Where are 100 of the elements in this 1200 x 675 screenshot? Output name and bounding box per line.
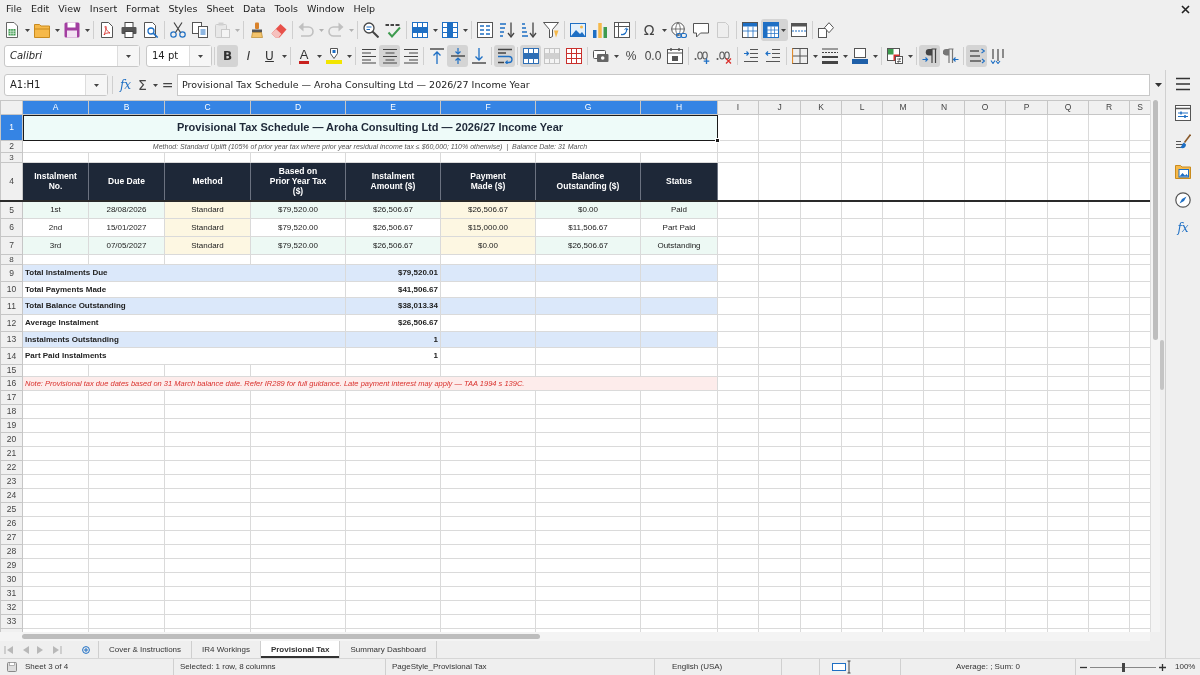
menu-item[interactable]: Format: [126, 1, 160, 17]
scrollbar-thumb[interactable]: [22, 634, 540, 639]
frame-icon[interactable]: [852, 48, 868, 64]
sort-descending-icon[interactable]: [521, 22, 537, 38]
globe-link-icon[interactable]: [671, 22, 687, 38]
column-header[interactable]: I: [717, 100, 759, 115]
sheet-tab[interactable]: Provisional Tax: [260, 641, 341, 658]
menu-item[interactable]: Sheet: [206, 1, 234, 17]
sliders-icon[interactable]: [1175, 105, 1191, 121]
column-header[interactable]: O: [964, 100, 1006, 115]
brush-icon[interactable]: [1175, 134, 1191, 150]
column-header[interactable]: P: [1005, 100, 1048, 115]
row-header[interactable]: 8: [0, 254, 23, 265]
italic-button[interactable]: I: [238, 45, 259, 67]
caret-icon[interactable]: [316, 54, 322, 58]
number-format-button[interactable]: 0.0: [644, 48, 662, 64]
formula-input[interactable]: Provisional Tax Schedule — Aroha Consulting Ltd — 2026/27 Income Year: [177, 74, 1150, 96]
row-header[interactable]: 4: [0, 162, 23, 201]
delete-decimal-icon[interactable]: [716, 48, 732, 64]
close-icon[interactable]: [1181, 5, 1190, 15]
paintbrush-icon[interactable]: [249, 22, 265, 38]
caret-icon[interactable]: [346, 54, 352, 58]
eraser-icon[interactable]: [271, 22, 287, 38]
caret-icon[interactable]: [872, 54, 878, 58]
calendar-icon[interactable]: [667, 48, 683, 64]
underline-button[interactable]: U: [259, 45, 280, 67]
copy-icon[interactable]: [192, 22, 208, 38]
print-preview-icon[interactable]: [143, 22, 159, 38]
add-decimal-icon[interactable]: [694, 48, 710, 64]
sheet-tab[interactable]: Cover & Instructions: [99, 641, 193, 658]
vertical-scrollbar[interactable]: [1150, 100, 1160, 632]
language[interactable]: English (USA): [654, 659, 781, 675]
rectangle-cursor-icon[interactable]: [832, 660, 851, 674]
caret-icon[interactable]: [812, 54, 818, 58]
table-row-icon[interactable]: [412, 22, 428, 38]
caret-icon[interactable]: [842, 54, 848, 58]
menu-item[interactable]: Data: [242, 1, 266, 17]
scrollbar-thumb[interactable]: [1153, 100, 1158, 340]
sum-button[interactable]: Σ: [138, 77, 147, 93]
table-column-icon[interactable]: [442, 22, 458, 38]
page-style[interactable]: PageStyle_Provisional Tax: [385, 659, 654, 675]
caret-icon[interactable]: [24, 28, 30, 32]
functions-button[interactable]: fx: [1177, 221, 1189, 235]
caret-icon[interactable]: [613, 54, 619, 58]
grid-icon[interactable]: [566, 48, 582, 64]
font-size-field[interactable]: 14 pt: [146, 45, 212, 67]
caret-icon[interactable]: [54, 28, 60, 32]
borders-icon[interactable]: [792, 48, 808, 64]
save-icon[interactable]: [64, 22, 80, 38]
caret-icon[interactable]: [84, 28, 90, 32]
font-name-field[interactable]: Calibri: [4, 45, 140, 67]
printer-icon[interactable]: [121, 22, 137, 38]
function-wizard-button[interactable]: fx: [119, 78, 132, 92]
column-header[interactable]: B: [88, 100, 165, 115]
align-center-button[interactable]: [379, 45, 400, 67]
wrap-text-button[interactable]: [494, 45, 515, 67]
expand-icon[interactable]: [1154, 83, 1162, 87]
menu-item[interactable]: Help: [353, 1, 376, 17]
menu-item[interactable]: Window: [306, 1, 345, 17]
spellcheck-icon[interactable]: [385, 22, 401, 38]
caret-icon[interactable]: [661, 28, 667, 32]
chart-icon[interactable]: [592, 22, 608, 38]
font-color-button[interactable]: A: [298, 48, 310, 64]
picture-folder-icon[interactable]: [1175, 163, 1191, 179]
image-icon[interactable]: [570, 22, 586, 38]
sheet-tab[interactable]: IR4 Workings: [192, 641, 261, 658]
filter-icon[interactable]: [543, 22, 559, 38]
cell-grid-icon[interactable]: [887, 48, 903, 64]
zoom-in-icon[interactable]: [1159, 663, 1166, 671]
menu-item[interactable]: File: [6, 1, 22, 17]
column-header[interactable]: L: [841, 100, 883, 115]
bold-button[interactable]: B: [217, 45, 238, 67]
pdf-document-icon[interactable]: [99, 22, 115, 38]
column-header[interactable]: F: [440, 100, 536, 115]
sort-icon[interactable]: [477, 22, 493, 38]
row-header[interactable]: 1: [0, 114, 23, 141]
caret-icon[interactable]: [907, 54, 913, 58]
row-header[interactable]: 3: [0, 152, 23, 163]
table-header-icon[interactable]: [742, 22, 758, 38]
shapes-icon[interactable]: [818, 22, 834, 38]
column-header[interactable]: J: [758, 100, 801, 115]
merge-and-center-button[interactable]: [520, 45, 541, 67]
add-icon[interactable]: [82, 645, 90, 654]
table-arrow-icon[interactable]: [614, 22, 630, 38]
window-icon[interactable]: [791, 22, 807, 38]
menu-item[interactable]: Insert: [89, 1, 118, 17]
caret-icon[interactable]: [152, 83, 158, 87]
menu-item[interactable]: View: [58, 1, 81, 17]
column-header[interactable]: H: [640, 100, 718, 115]
menu-icon[interactable]: [1175, 76, 1191, 92]
caret-icon[interactable]: [432, 28, 438, 32]
formula-button[interactable]: =: [161, 77, 174, 93]
spreadsheet-document-icon[interactable]: [4, 22, 20, 38]
cut-icon[interactable]: [170, 22, 186, 38]
fill-handle[interactable]: [715, 138, 720, 143]
column-header[interactable]: E: [345, 100, 441, 115]
menu-item[interactable]: Styles: [168, 1, 198, 17]
sidebar-handle[interactable]: [1160, 340, 1164, 390]
caret-icon[interactable]: [462, 28, 468, 32]
compass-icon[interactable]: [1175, 192, 1191, 208]
